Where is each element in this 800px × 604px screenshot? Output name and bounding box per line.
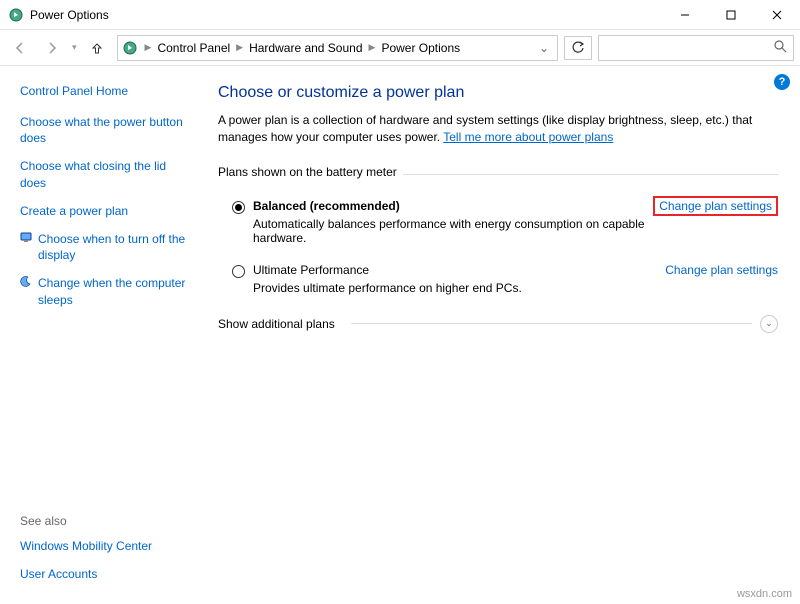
address-bar[interactable]: ▶ Control Panel ▶ Hardware and Sound ▶ P… [117,35,558,61]
plan-balanced-radio[interactable] [232,201,245,214]
titlebar: Power Options [0,0,800,30]
see-also-mobility-center[interactable]: Windows Mobility Center [20,538,190,554]
see-also-label: See also [20,514,190,528]
sidebar-link-create-plan[interactable]: Create a power plan [20,203,190,219]
tell-me-more-link[interactable]: Tell me more about power plans [443,130,613,144]
main-panel: ? Choose or customize a power plan A pow… [200,66,800,604]
help-icon[interactable]: ? [774,74,790,90]
search-box[interactable] [598,35,794,61]
show-additional-plans[interactable]: Show additional plans ⌄ [218,315,778,333]
back-button[interactable] [6,34,34,62]
chevron-right-icon[interactable]: ▶ [233,42,246,53]
plan-ultimate-radio[interactable] [232,265,245,278]
search-input[interactable] [605,41,774,55]
close-button[interactable] [754,0,800,30]
show-additional-plans-label: Show additional plans [218,317,343,331]
address-dropdown-icon[interactable]: ⌄ [535,41,553,55]
plans-group-label: Plans shown on the battery meter [218,165,403,179]
change-plan-settings-balanced[interactable]: Change plan settings [653,196,778,216]
see-also-user-accounts[interactable]: User Accounts [20,566,190,582]
search-icon[interactable] [774,40,787,56]
up-button[interactable] [83,34,111,62]
minimize-button[interactable] [662,0,708,30]
breadcrumb-power-options[interactable]: Power Options [378,39,463,57]
window-title: Power Options [30,8,662,22]
power-options-icon [122,40,138,56]
chevron-right-icon[interactable]: ▶ [142,42,155,53]
page-description: A power plan is a collection of hardware… [218,112,778,147]
power-options-icon [8,7,24,23]
sleep-icon [20,275,32,287]
sidebar-link-power-button[interactable]: Choose what the power button does [20,114,190,146]
plan-ultimate-title: Ultimate Performance [253,263,653,277]
breadcrumb-control-panel[interactable]: Control Panel [154,39,233,57]
sidebar: Control Panel Home Choose what the power… [0,66,200,604]
display-icon [20,231,32,243]
sidebar-link-closing-lid[interactable]: Choose what closing the lid does [20,158,190,190]
chevron-down-icon[interactable]: ⌄ [760,315,778,333]
control-panel-home-link[interactable]: Control Panel Home [20,84,190,98]
plan-balanced-title: Balanced (recommended) [253,199,653,213]
page-heading: Choose or customize a power plan [218,84,778,102]
sidebar-link-turn-off-display[interactable]: Choose when to turn off the display [20,231,190,263]
recent-dropdown-icon[interactable]: ▾ [70,42,79,53]
refresh-button[interactable] [564,36,592,60]
navbar: ▾ ▶ Control Panel ▶ Hardware and Sound ▶… [0,30,800,66]
forward-button[interactable] [38,34,66,62]
plan-balanced-desc: Automatically balances performance with … [253,217,653,245]
sidebar-link-computer-sleeps[interactable]: Change when the computer sleeps [20,275,190,307]
plan-balanced: Balanced (recommended) Automatically bal… [218,195,778,259]
plan-ultimate-desc: Provides ultimate performance on higher … [253,281,653,295]
plan-ultimate: Ultimate Performance Provides ultimate p… [218,259,778,309]
window-controls [662,0,800,30]
breadcrumb-hardware-sound[interactable]: Hardware and Sound [246,39,365,57]
change-plan-settings-ultimate[interactable]: Change plan settings [665,263,778,277]
divider [351,323,752,324]
maximize-button[interactable] [708,0,754,30]
chevron-right-icon[interactable]: ▶ [366,42,379,53]
watermark: wsxdn.com [737,588,792,600]
